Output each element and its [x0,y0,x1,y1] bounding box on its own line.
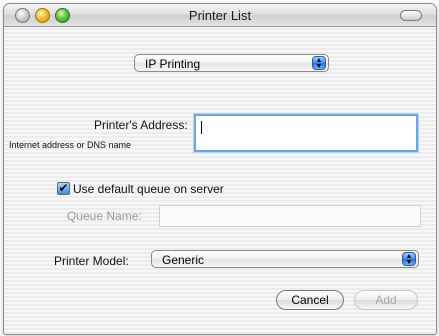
printer-address-field[interactable] [194,114,418,152]
toolbar-toggle-button[interactable] [400,10,422,21]
cancel-button[interactable]: Cancel [276,290,344,310]
connection-type-popup[interactable]: IP Printing ▲ ▼ [134,54,329,72]
window-title: Printer List [188,8,252,23]
queue-name-label: Queue Name: [67,209,142,223]
popup-arrows-icon: ▲ ▼ [402,252,416,266]
text-caret [201,121,202,134]
add-button[interactable]: Add [354,290,418,310]
printer-model-popup[interactable]: Generic ▲ ▼ [151,250,419,268]
printer-model-value: Generic [162,253,205,267]
default-queue-label[interactable]: Use default queue on server [73,182,224,196]
printer-list-window: Printer List IP Printing ▲ ▼ Printer's Ad… [3,3,437,335]
popup-arrows-icon: ▲ ▼ [312,56,326,70]
connection-type-value: IP Printing [145,57,201,71]
queue-name-field[interactable] [159,205,421,227]
printer-address-label: Printer's Address: [94,118,188,132]
printer-model-label: Printer Model: [54,254,129,268]
title-bar[interactable]: Printer List [4,4,436,27]
checkmark-icon: ✔ [58,181,69,195]
default-queue-checkbox[interactable]: ✔ [57,182,70,195]
printer-address-hint: Internet address or DNS name [9,140,132,150]
